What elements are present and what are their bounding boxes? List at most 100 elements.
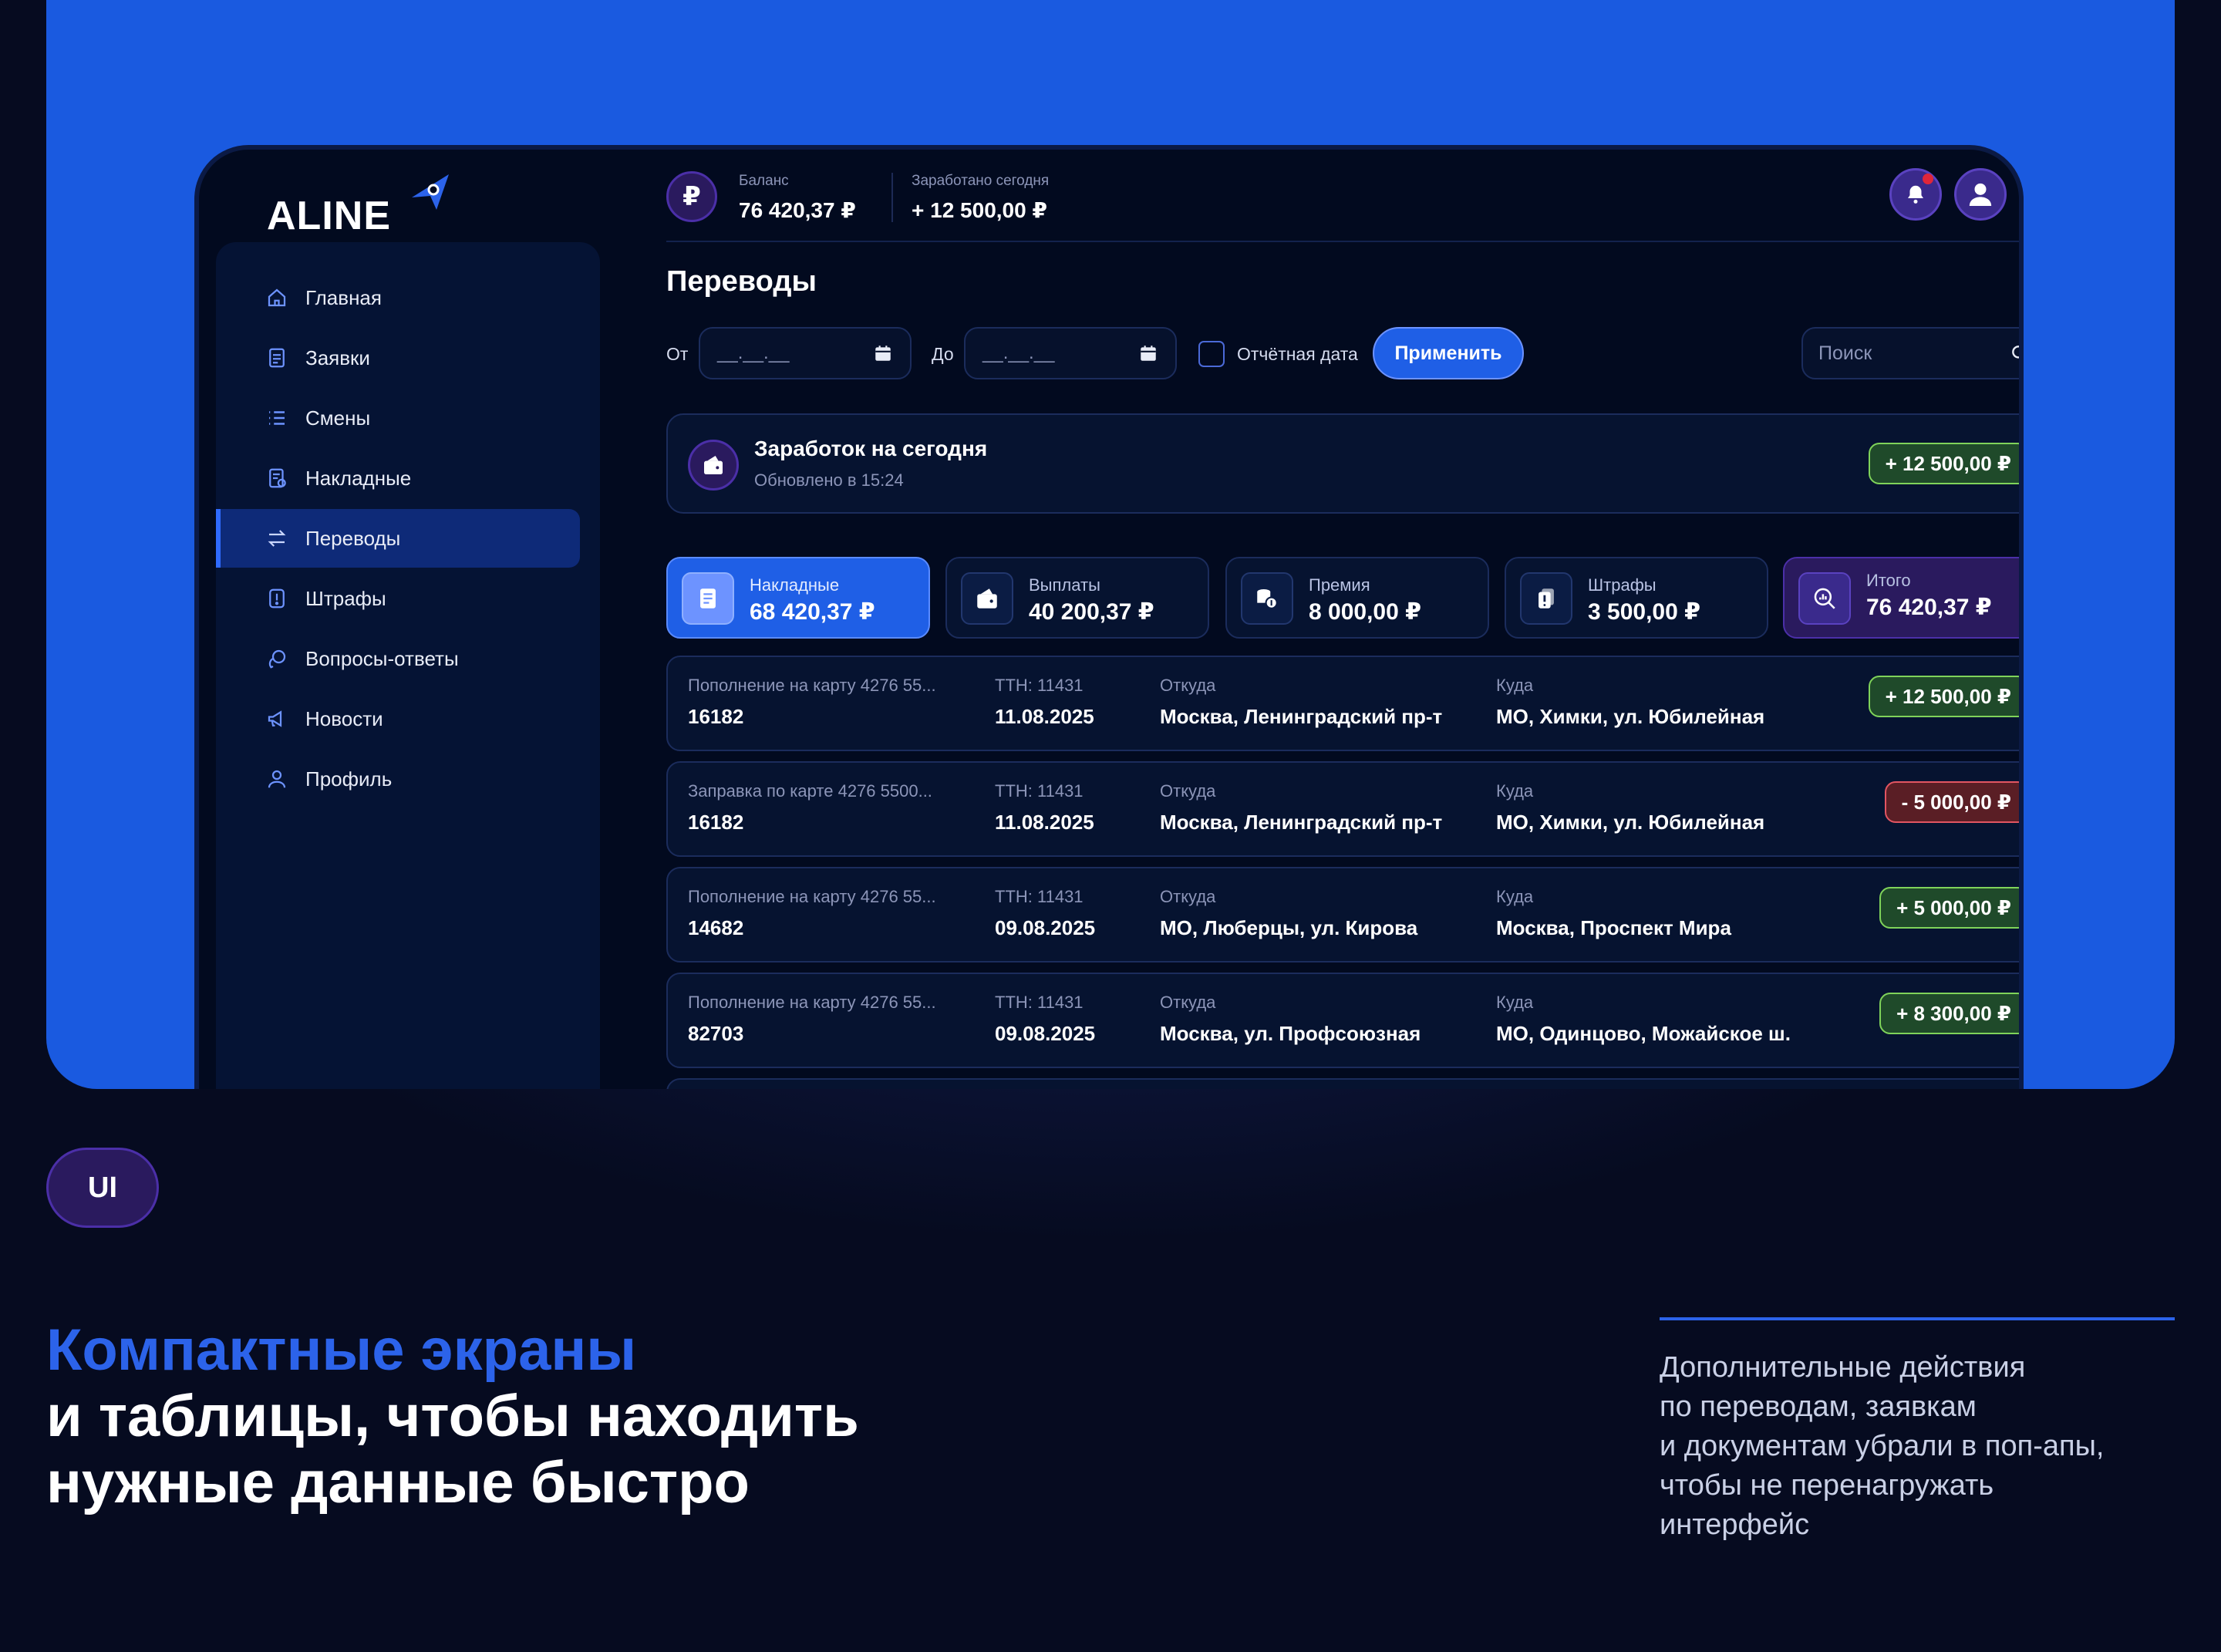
earned-value: + 12 500,00 ₽ bbox=[912, 198, 1047, 222]
kpi-caption: Накладные bbox=[750, 575, 840, 595]
warning-icon bbox=[265, 587, 288, 610]
from-caption: Откуда bbox=[1160, 993, 1216, 1012]
table-row[interactable]: Пополнение на карту 4276 55... 16182 ТТН… bbox=[666, 656, 2019, 751]
sidebar-item-home[interactable]: Главная bbox=[216, 268, 580, 327]
home-icon bbox=[265, 286, 288, 309]
earned-caption: Заработано сегодня bbox=[912, 173, 1050, 189]
calendar-icon bbox=[875, 346, 891, 361]
fine-icon bbox=[1520, 572, 1572, 625]
from-caption: Откуда bbox=[1160, 676, 1216, 695]
transfer-description: Заправка по карте 4276 5500... bbox=[688, 781, 932, 801]
from-label: От bbox=[666, 344, 689, 364]
desc-line: и документам убрали в поп-апы, bbox=[1660, 1430, 2105, 1462]
headline-line: и таблицы, чтобы находить bbox=[46, 1384, 859, 1449]
kpi-tab-invoices[interactable]: Накладные 68 420,37 ₽ bbox=[666, 557, 930, 639]
promo-description: Дополнительные действия по переводам, за… bbox=[1660, 1348, 2184, 1545]
to-cell: Куда Москва, Проспект Мира bbox=[1496, 887, 1731, 940]
analytics-icon bbox=[1798, 572, 1851, 625]
desc-line: по переводам, заявкам bbox=[1660, 1391, 1977, 1423]
kpi-value: 76 420,37 ₽ bbox=[1866, 595, 1992, 620]
amount-badge: + 12 500,00 ₽ bbox=[1868, 676, 2019, 717]
ttn-cell: ТТН: 11431 11.08.2025 bbox=[995, 676, 1094, 729]
avatar-button[interactable] bbox=[1954, 168, 2007, 221]
bell-icon bbox=[1908, 185, 1923, 204]
filters-bar: От __.__.__ До __.__.__ Отчётная дата Пр… bbox=[666, 327, 2019, 381]
apply-button[interactable]: Применить bbox=[1373, 327, 1524, 379]
to-address: МО, Химки, ул. Юбилейная bbox=[1496, 811, 1765, 834]
table-row[interactable] bbox=[666, 1078, 2019, 1089]
kpi-value: 3 500,00 ₽ bbox=[1588, 599, 1700, 625]
search-icon bbox=[2012, 346, 2019, 359]
headline-accent: Компактные экраны bbox=[46, 1317, 637, 1383]
coins-icon bbox=[1241, 572, 1293, 625]
to-address: Москва, Проспект Мира bbox=[1496, 916, 1731, 939]
to-cell: Куда МО, Одинцово, Можайское ш. bbox=[1496, 993, 1791, 1046]
report-date-checkbox[interactable] bbox=[1198, 341, 1225, 367]
table-row[interactable]: Пополнение на карту 4276 55... 14682 ТТН… bbox=[666, 867, 2019, 963]
transfer-description: Пополнение на карту 4276 55... bbox=[688, 993, 936, 1012]
description-cell: Пополнение на карту 4276 55... 16182 bbox=[688, 676, 936, 729]
transfer-description: Пополнение на карту 4276 55... bbox=[688, 676, 936, 695]
promo-headline: Компактные экраны и таблицы, чтобы наход… bbox=[46, 1317, 859, 1516]
description-cell: Пополнение на карту 4276 55... 14682 bbox=[688, 887, 936, 940]
kpi-tab-fines[interactable]: Штрафы 3 500,00 ₽ bbox=[1505, 557, 1768, 639]
sidebar-item-shifts[interactable]: Смены bbox=[216, 389, 580, 447]
kpi-tab-bonus[interactable]: Премия 8 000,00 ₽ bbox=[1225, 557, 1489, 639]
sidebar-item-news[interactable]: Новости bbox=[216, 689, 580, 748]
sidebar-item-label: Главная bbox=[305, 285, 382, 309]
calendar-icon bbox=[1141, 346, 1156, 361]
sidebar-item-label: Профиль bbox=[305, 767, 393, 791]
kpi-caption: Штрафы bbox=[1588, 575, 1656, 595]
balance-value: 76 420,37 ₽ bbox=[739, 198, 856, 222]
desc-line: чтобы не перенагружать bbox=[1660, 1469, 1994, 1502]
sidebar-item-profile[interactable]: Профиль bbox=[216, 750, 580, 808]
from-cell: Откуда МО, Люберцы, ул. Кирова bbox=[1160, 887, 1417, 940]
search-input[interactable]: Поиск bbox=[1801, 327, 2019, 379]
to-address: МО, Одинцово, Можайское ш. bbox=[1496, 1022, 1791, 1045]
sidebar-item-requests[interactable]: Заявки bbox=[216, 329, 580, 387]
to-address: МО, Химки, ул. Юбилейная bbox=[1496, 705, 1765, 728]
today-amount-badge: + 12 500,00 ₽ bbox=[1868, 443, 2019, 484]
table-row[interactable]: Пополнение на карту 4276 55... 82703 ТТН… bbox=[666, 973, 2019, 1068]
kpi-value: 8 000,00 ₽ bbox=[1309, 599, 1421, 625]
kpi-tab-total[interactable]: Итого 76 420,37 ₽ bbox=[1783, 557, 2019, 639]
transfer-icon bbox=[265, 527, 288, 550]
date-from-field[interactable]: __.__.__ bbox=[699, 327, 912, 379]
sidebar-item-label: Смены bbox=[305, 406, 371, 430]
sidebar-item-fines[interactable]: Штрафы bbox=[216, 569, 580, 628]
kpi-tab-payouts[interactable]: Выплаты 40 200,37 ₽ bbox=[945, 557, 1209, 639]
balance-stat: Баланс 76 420,37 ₽ bbox=[739, 173, 856, 223]
amount-badge: + 8 300,00 ₽ bbox=[1879, 993, 2019, 1034]
from-caption: Откуда bbox=[1160, 887, 1216, 906]
to-cell: Куда МО, Химки, ул. Юбилейная bbox=[1496, 676, 1764, 729]
date-to-field[interactable]: __.__.__ bbox=[964, 327, 1177, 379]
desc-line: интерфейс bbox=[1660, 1509, 1810, 1541]
today-title: Заработок на сегодня bbox=[754, 437, 988, 460]
accent-rule bbox=[1660, 1317, 2175, 1320]
kpi-caption: Итого bbox=[1866, 571, 1911, 590]
from-address: Москва, Ленинградский пр-т bbox=[1160, 811, 1443, 834]
wallet-icon bbox=[688, 440, 739, 491]
table-row[interactable]: Заправка по карте 4276 5500... 16182 ТТН… bbox=[666, 761, 2019, 857]
date-from-placeholder: __.__.__ bbox=[717, 342, 790, 363]
sidebar-item-transfers[interactable]: Переводы bbox=[216, 509, 580, 568]
notifications-button[interactable] bbox=[1889, 168, 1942, 221]
stat-divider bbox=[891, 173, 893, 222]
kpi-tabs: Накладные 68 420,37 ₽ Выплаты 40 200,37 … bbox=[666, 557, 2019, 639]
ruble-icon: ₽ bbox=[666, 171, 717, 222]
description-cell: Пополнение на карту 4276 55... 82703 bbox=[688, 993, 936, 1046]
earned-stat: Заработано сегодня + 12 500,00 ₽ bbox=[912, 173, 1049, 223]
sidebar: Главная Заявки Смены Накладные Переводы … bbox=[216, 242, 600, 1089]
megaphone-icon bbox=[265, 707, 288, 730]
kpi-caption: Премия bbox=[1309, 575, 1370, 595]
sidebar-item-faq[interactable]: Вопросы-ответы bbox=[216, 629, 580, 688]
main-content: Переводы От __.__.__ До __.__.__ Отчётна… bbox=[666, 242, 2019, 1089]
app-window: ALINE ₽ Баланс 76 420,37 ₽ Заработано се… bbox=[194, 145, 2024, 1089]
sidebar-item-label: Переводы bbox=[305, 526, 401, 550]
sidebar-item-invoices[interactable]: Накладные bbox=[216, 449, 580, 507]
to-caption: Куда bbox=[1496, 676, 1534, 695]
ttn-cell: ТТН: 11431 09.08.2025 bbox=[995, 993, 1095, 1046]
from-cell: Откуда Москва, Ленинградский пр-т bbox=[1160, 676, 1442, 729]
today-earnings-card: Заработок на сегодня Обновлено в 15:24 +… bbox=[666, 413, 2019, 514]
transfer-id: 16182 bbox=[688, 811, 744, 834]
